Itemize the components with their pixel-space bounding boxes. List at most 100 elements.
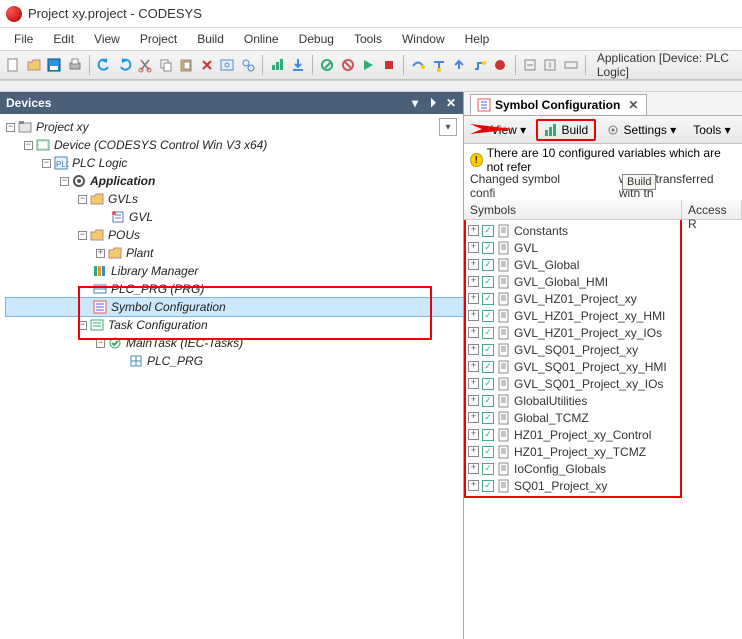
- symbol-row[interactable]: +✓GlobalUtilities: [464, 392, 742, 409]
- menu-window[interactable]: Window: [392, 30, 455, 48]
- stop-icon[interactable]: [380, 54, 399, 76]
- symbol-row[interactable]: +✓GVL_Global: [464, 256, 742, 273]
- menu-view[interactable]: View: [84, 30, 130, 48]
- checkbox-icon[interactable]: ✓: [482, 395, 494, 407]
- checkbox-icon[interactable]: ✓: [482, 242, 494, 254]
- expander-icon[interactable]: +: [468, 446, 479, 457]
- tree-item[interactable]: −MainTask (IEC-Tasks): [6, 334, 463, 352]
- close-pane-icon[interactable]: ✕: [445, 96, 457, 111]
- copy-icon[interactable]: [157, 54, 176, 76]
- expander-icon[interactable]: +: [468, 344, 479, 355]
- col-symbols[interactable]: Symbols: [464, 200, 682, 219]
- tree-item[interactable]: PLC_PRG: [6, 352, 463, 370]
- tree-item[interactable]: −PLCPLC Logic: [6, 154, 463, 172]
- tree-item[interactable]: Symbol Configuration: [6, 298, 463, 316]
- symbol-row[interactable]: +✓GVL_SQ01_Project_xy: [464, 341, 742, 358]
- step-icon[interactable]: [471, 54, 490, 76]
- save-icon[interactable]: [45, 54, 64, 76]
- symbol-row[interactable]: +✓GVL: [464, 239, 742, 256]
- menu-tools[interactable]: Tools: [344, 30, 392, 48]
- checkbox-icon[interactable]: ✓: [482, 361, 494, 373]
- menu-debug[interactable]: Debug: [289, 30, 344, 48]
- cut-icon[interactable]: [136, 54, 155, 76]
- build-icon[interactable]: [268, 54, 287, 76]
- find-icon[interactable]: [218, 54, 237, 76]
- tree-item[interactable]: +Plant: [6, 244, 463, 262]
- step-out-icon[interactable]: [450, 54, 469, 76]
- find2-icon[interactable]: [239, 54, 258, 76]
- expander-icon[interactable]: +: [468, 361, 479, 372]
- step-into-icon[interactable]: [429, 54, 448, 76]
- expander-icon[interactable]: −: [78, 195, 87, 204]
- delete-icon[interactable]: [198, 54, 217, 76]
- logout-icon[interactable]: [339, 54, 358, 76]
- misc3-icon[interactable]: [562, 54, 581, 76]
- minimize-pane-icon[interactable]: ▾: [409, 96, 421, 111]
- expander-icon[interactable]: +: [468, 225, 479, 236]
- tree-item[interactable]: −POUs: [6, 226, 463, 244]
- checkbox-icon[interactable]: ✓: [482, 463, 494, 475]
- expander-icon[interactable]: −: [78, 321, 87, 330]
- col-access[interactable]: Access R: [682, 200, 742, 219]
- tab-close-icon[interactable]: ✕: [624, 98, 638, 112]
- checkbox-icon[interactable]: ✓: [482, 327, 494, 339]
- expander-icon[interactable]: +: [468, 259, 479, 270]
- menu-project[interactable]: Project: [130, 30, 187, 48]
- build-button[interactable]: Build: [536, 119, 596, 141]
- checkbox-icon[interactable]: ✓: [482, 276, 494, 288]
- expander-icon[interactable]: +: [468, 327, 479, 338]
- expander-icon[interactable]: +: [96, 249, 105, 258]
- tree-item[interactable]: −Device (CODESYS Control Win V3 x64): [6, 136, 463, 154]
- symbol-row[interactable]: +✓GVL_SQ01_Project_xy_IOs: [464, 375, 742, 392]
- menu-edit[interactable]: Edit: [43, 30, 84, 48]
- menu-file[interactable]: File: [4, 30, 43, 48]
- expander-icon[interactable]: +: [468, 480, 479, 491]
- expander-icon[interactable]: −: [42, 159, 51, 168]
- expander-icon[interactable]: +: [468, 463, 479, 474]
- checkbox-icon[interactable]: ✓: [482, 446, 494, 458]
- checkbox-icon[interactable]: ✓: [482, 259, 494, 271]
- tree-item[interactable]: Library Manager: [6, 262, 463, 280]
- symbol-row[interactable]: +✓GVL_HZ01_Project_xy_HMI: [464, 307, 742, 324]
- new-icon[interactable]: [4, 54, 23, 76]
- menu-build[interactable]: Build: [187, 30, 234, 48]
- redo-icon[interactable]: [116, 54, 135, 76]
- expander-icon[interactable]: −: [96, 339, 105, 348]
- expander-icon[interactable]: +: [468, 429, 479, 440]
- expander-icon[interactable]: +: [468, 310, 479, 321]
- tree-filter-dropdown[interactable]: ▾: [439, 118, 457, 136]
- checkbox-icon[interactable]: ✓: [482, 225, 494, 237]
- symbol-row[interactable]: +✓Constants: [464, 222, 742, 239]
- checkbox-icon[interactable]: ✓: [482, 429, 494, 441]
- checkbox-icon[interactable]: ✓: [482, 344, 494, 356]
- print-icon[interactable]: [66, 54, 85, 76]
- misc2-icon[interactable]: [541, 54, 560, 76]
- symbol-row[interactable]: +✓HZ01_Project_xy_Control: [464, 426, 742, 443]
- tree-item[interactable]: PLC_PRG (PRG): [6, 280, 463, 298]
- pin-pane-icon[interactable]: ⏵: [427, 96, 439, 111]
- expander-icon[interactable]: +: [468, 276, 479, 287]
- step-over-icon[interactable]: [409, 54, 428, 76]
- tree-item[interactable]: −Project xy: [6, 118, 463, 136]
- symbol-row[interactable]: +✓SQ01_Project_xy: [464, 477, 742, 494]
- tree-item[interactable]: −GVLs: [6, 190, 463, 208]
- expander-icon[interactable]: −: [6, 123, 15, 132]
- symbol-list[interactable]: +✓Constants+✓GVL+✓GVL_Global+✓GVL_Global…: [464, 220, 742, 639]
- symbol-row[interactable]: +✓IoConfig_Globals: [464, 460, 742, 477]
- checkbox-icon[interactable]: ✓: [482, 293, 494, 305]
- device-tree[interactable]: −Project xy−Device (CODESYS Control Win …: [0, 114, 463, 374]
- tree-item[interactable]: −Task Configuration: [6, 316, 463, 334]
- expander-icon[interactable]: +: [468, 395, 479, 406]
- menu-online[interactable]: Online: [234, 30, 289, 48]
- checkbox-icon[interactable]: ✓: [482, 480, 494, 492]
- symbol-row[interactable]: +✓GVL_Global_HMI: [464, 273, 742, 290]
- symbol-row[interactable]: +✓GVL_HZ01_Project_xy_IOs: [464, 324, 742, 341]
- undo-icon[interactable]: [95, 54, 114, 76]
- symbol-row[interactable]: +✓GVL_HZ01_Project_xy: [464, 290, 742, 307]
- tab-symbol-configuration[interactable]: Symbol Configuration ✕: [470, 94, 647, 115]
- expander-icon[interactable]: +: [468, 242, 479, 253]
- checkbox-icon[interactable]: ✓: [482, 412, 494, 424]
- menu-help[interactable]: Help: [455, 30, 500, 48]
- tools-dropdown[interactable]: Tools ▾: [686, 119, 737, 141]
- start-icon[interactable]: [359, 54, 378, 76]
